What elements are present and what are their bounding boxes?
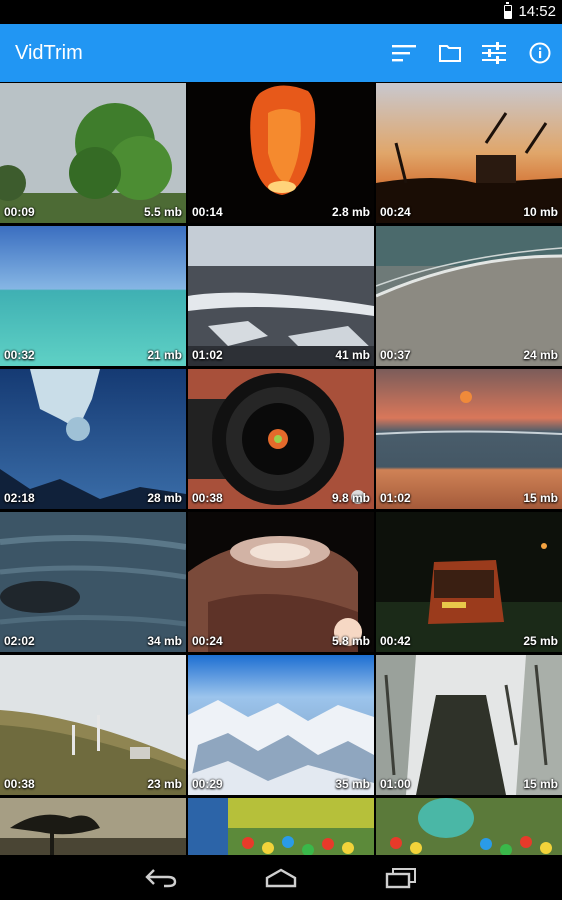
video-thumbnail[interactable]: 02:18 28 mb (0, 369, 186, 509)
video-thumbnail[interactable] (188, 798, 374, 855)
video-size: 15 mb (523, 777, 558, 791)
video-duration: 00:42 (380, 634, 411, 648)
back-icon (145, 869, 177, 888)
video-duration: 00:09 (4, 205, 35, 219)
thumbnail-image (0, 226, 186, 366)
thumbnail-image (376, 512, 562, 652)
video-size: 24 mb (523, 348, 558, 362)
thumbnail-image (0, 369, 186, 509)
recents-button[interactable] (381, 865, 421, 891)
filter-settings-icon[interactable] (481, 40, 507, 66)
thumbnail-image (0, 798, 186, 855)
video-size: 2.8 mb (331, 205, 370, 219)
battery-icon (504, 2, 512, 19)
thumbnail-image (188, 83, 374, 223)
video-thumbnail[interactable] (376, 798, 562, 855)
app-title: VidTrim (15, 42, 83, 64)
video-size: 41 mb (335, 348, 370, 362)
video-thumbnail[interactable]: 00:37 24 mb (376, 226, 562, 366)
video-size: 5.5 mb (143, 205, 182, 219)
thumbnail-image (376, 655, 562, 795)
thumbnail-image (0, 512, 186, 652)
video-thumbnail[interactable]: 00:29 35 mb (188, 655, 374, 795)
app-bar: VidTrim (0, 24, 562, 82)
video-size: 25 mb (523, 634, 558, 648)
info-icon[interactable] (527, 40, 553, 66)
video-size: 5.8 mb (331, 634, 370, 648)
video-duration: 00:29 (192, 777, 223, 791)
video-thumbnail[interactable]: 01:02 41 mb (188, 226, 374, 366)
video-duration: 00:38 (192, 491, 223, 505)
video-thumbnail[interactable]: 02:02 34 mb (0, 512, 186, 652)
video-duration: 01:02 (192, 348, 223, 362)
home-button[interactable] (261, 865, 301, 891)
video-size: 15 mb (523, 491, 558, 505)
video-thumbnail[interactable]: 00:14 2.8 mb (188, 83, 374, 223)
status-bar: 14:52 (0, 0, 562, 24)
video-duration: 01:00 (380, 777, 411, 791)
video-size: 28 mb (147, 491, 182, 505)
video-size: 35 mb (335, 777, 370, 791)
video-duration: 00:24 (192, 634, 223, 648)
thumbnail-image (376, 369, 562, 509)
thumbnail-image (188, 655, 374, 795)
video-thumbnail[interactable]: 01:00 15 mb (376, 655, 562, 795)
thumbnail-image (376, 83, 562, 223)
status-time: 14:52 (518, 3, 556, 20)
video-size: 21 mb (147, 348, 182, 362)
recents-icon (385, 868, 416, 889)
video-grid: 00:09 5.5 mb 00:14 2.8 mb 00:24 10 mb 00… (0, 83, 562, 855)
thumbnail-image (376, 798, 562, 855)
folder-icon[interactable] (437, 40, 463, 66)
back-button[interactable] (141, 865, 181, 891)
video-thumbnail[interactable]: 00:42 25 mb (376, 512, 562, 652)
video-thumbnail[interactable]: 00:24 5.8 mb (188, 512, 374, 652)
video-thumbnail[interactable]: 01:02 15 mb (376, 369, 562, 509)
thumbnail-image (188, 798, 374, 855)
video-size: 9.8 mb (331, 491, 370, 505)
video-duration: 00:14 (192, 205, 223, 219)
thumbnail-image (188, 512, 374, 652)
video-thumbnail[interactable]: 00:38 9.8 mb (188, 369, 374, 509)
video-duration: 00:38 (4, 777, 35, 791)
sort-icon[interactable] (391, 40, 417, 66)
video-duration: 00:32 (4, 348, 35, 362)
video-thumbnail[interactable]: 00:24 10 mb (376, 83, 562, 223)
video-duration: 00:24 (380, 205, 411, 219)
video-thumbnail[interactable]: 00:32 21 mb (0, 226, 186, 366)
video-size: 10 mb (523, 205, 558, 219)
thumbnail-image (188, 369, 374, 509)
video-thumbnail[interactable] (0, 798, 186, 855)
video-duration: 02:18 (4, 491, 35, 505)
thumbnail-image (188, 226, 374, 366)
navigation-bar (0, 855, 562, 900)
thumbnail-image (0, 83, 186, 223)
video-thumbnail[interactable]: 00:09 5.5 mb (0, 83, 186, 223)
thumbnail-image (376, 226, 562, 366)
home-icon (265, 868, 297, 888)
thumbnail-image (0, 655, 186, 795)
video-size: 23 mb (147, 777, 182, 791)
video-duration: 00:37 (380, 348, 411, 362)
video-duration: 01:02 (380, 491, 411, 505)
video-thumbnail[interactable]: 00:38 23 mb (0, 655, 186, 795)
video-duration: 02:02 (4, 634, 35, 648)
video-size: 34 mb (147, 634, 182, 648)
